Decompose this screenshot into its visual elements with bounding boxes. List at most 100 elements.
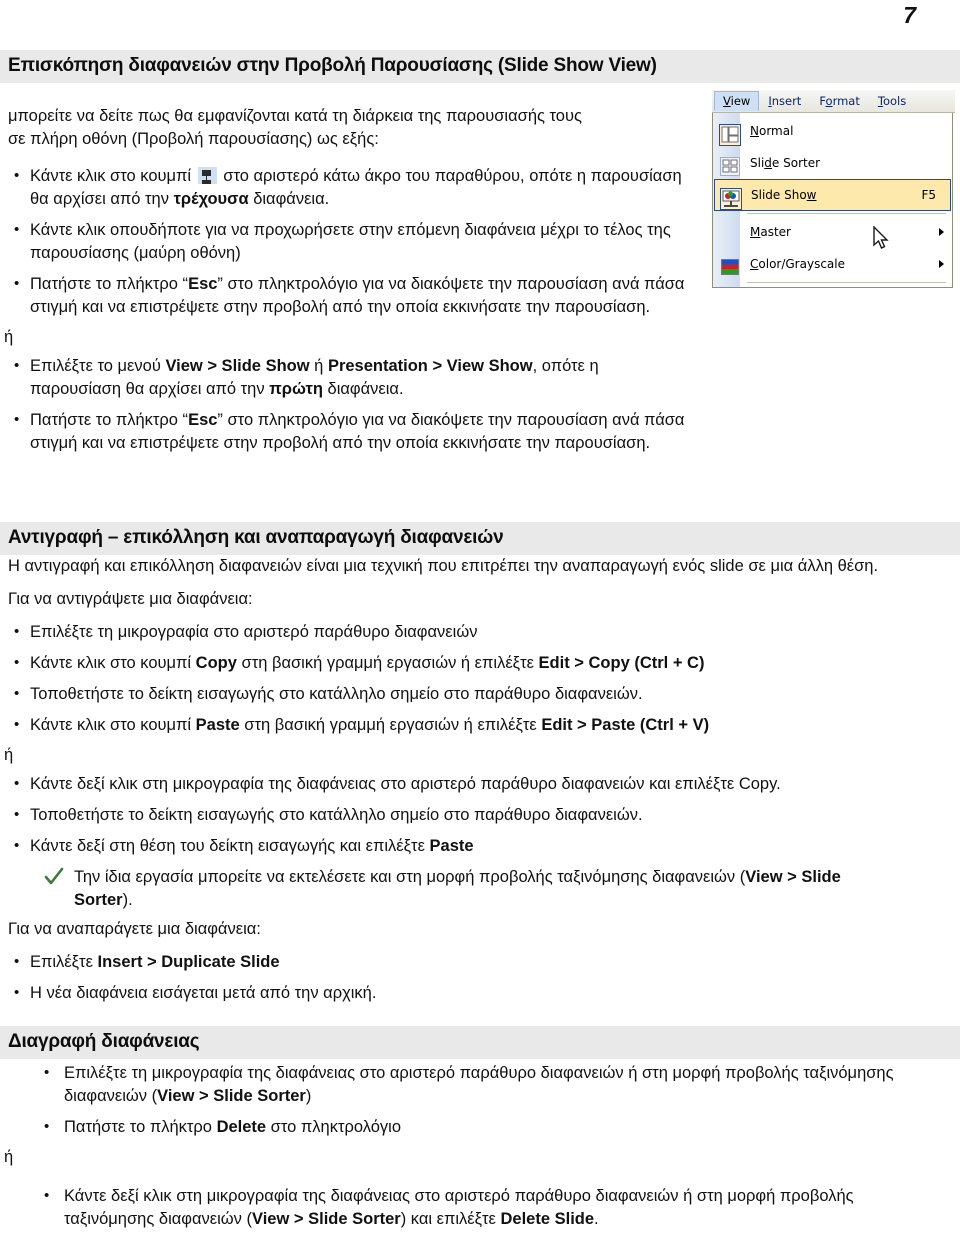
list-item: Κάντε κλικ στο κουμπί στο αριστερό κάτω …	[0, 164, 690, 211]
section-heading-delete-slide: Διαγραφή διαφάνειας	[0, 1026, 960, 1059]
section2-lead-duplicate: Για να αναπαράγετε μια διαφάνεια:	[8, 920, 261, 938]
menu-item-color-grayscale-label: Color/Grayscale	[750, 257, 845, 271]
menu-separator	[747, 282, 946, 283]
list-item: Η νέα διαφάνεια εισάγεται μετά από την α…	[0, 981, 944, 1005]
menu-separator	[747, 213, 946, 214]
bullet-4-pre: Επιλέξτε το μενού	[30, 357, 166, 375]
bullet-2-text: Κάντε κλικ οπουδήποτε για να προχωρήσετε…	[30, 221, 671, 262]
s2-b4-bold2: Edit > Paste (Ctrl + V)	[541, 716, 710, 734]
list-item: Κάντε δεξί κλικ στη μικρογραφία της διαφ…	[0, 1184, 944, 1231]
s2-c3-bold1: Paste	[429, 837, 474, 855]
bullet-4-bold2: Presentation > View Show	[327, 357, 533, 375]
slide-sorter-icon	[716, 152, 740, 176]
menu-item-master-label: Master	[750, 225, 791, 239]
s3-c1-mid: ) και επιλέξτε	[400, 1210, 501, 1228]
section2-body: Η αντιγραφή και επικόλληση διαφανειών εί…	[0, 555, 944, 1013]
tip-note-post: ).	[122, 891, 133, 909]
s3-b1-bold: View > Slide Sorter	[157, 1087, 306, 1105]
list-item: Πατήστε το πλήκτρο “Esc” στο πληκτρολόγι…	[0, 272, 690, 319]
menu-item-normal[interactable]: Normal	[713, 115, 952, 147]
section1-bullet-list-2: Επιλέξτε το μενού View > Slide Show ή Pr…	[0, 354, 690, 455]
menu-item-color-grayscale[interactable]: Color/Grayscale	[713, 248, 952, 280]
bullet-5-pre: Πατήστε το πλήκτρο “	[30, 411, 189, 429]
s3-b1-post: )	[305, 1087, 312, 1105]
list-item: Κάντε δεξί κλικ στη μικρογραφία της διαφ…	[0, 772, 944, 796]
section3-body: Επιλέξτε τη μικρογραφία της διαφάνειας σ…	[0, 1060, 944, 1239]
menu-bar: View Insert Format Tools	[712, 90, 955, 113]
s2-b2-mid: στη βασική γραμμή εργασιών ή επιλέξτε	[236, 654, 539, 672]
menubar-item-tools[interactable]: Tools	[869, 91, 915, 111]
list-item: Κάντε κλικ στο κουμπί Paste στη βασική γ…	[0, 713, 944, 737]
slide-show-button-icon	[197, 167, 217, 184]
list-item: Επιλέξτε τη μικρογραφία της διαφάνειας σ…	[0, 1061, 944, 1108]
s2-b4-bold1: Paste	[195, 716, 240, 734]
s2-c1-text: Κάντε δεξί κλικ στη μικρογραφία της διαφ…	[30, 775, 781, 793]
s2-b1-text: Επιλέξτε τη μικρογραφία στο αριστερό παρ…	[30, 623, 478, 641]
bullet-5-bold: Esc	[188, 411, 218, 429]
bullet-4-mid: ή	[309, 357, 328, 375]
check-mark-icon	[44, 867, 64, 885]
s3-c1-post: .	[594, 1210, 599, 1228]
menubar-item-view[interactable]: View	[714, 91, 760, 111]
menu-item-slide-sorter-label: Slide Sorter	[750, 156, 821, 170]
section1-bullet-list-1: Κάντε κλικ στο κουμπί στο αριστερό κάτω …	[0, 164, 690, 319]
list-item: Επιλέξτε Insert > Duplicate Slide	[0, 950, 944, 974]
s2-c3-pre: Κάντε δεξί στη θέση του δείκτη εισαγωγής…	[30, 837, 430, 855]
section2-intro: Η αντιγραφή και επικόλληση διαφανειών εί…	[8, 557, 879, 575]
intro-paragraph: μπορείτε να δείτε πως θα εμφανίζονται κα…	[8, 105, 690, 151]
view-dropdown-menu: Normal Slide Sorter Slide Show F5 Master…	[712, 113, 953, 288]
s3-b2-bold: Delete	[216, 1118, 267, 1136]
s3-c1-bold1: View > Slide Sorter	[252, 1210, 401, 1228]
intro-line-2: σε πλήρη οθόνη (Προβολή παρουσίασης) ως …	[8, 130, 379, 148]
s2-d1-bold: Insert > Duplicate Slide	[97, 953, 280, 971]
tip-note: Την ίδια εργασία μπορείτε να εκτελέσετε …	[44, 866, 894, 912]
section-heading-copy-paste-duplicate: Αντιγραφή – επικόλληση και αναπαραγωγή δ…	[0, 522, 960, 555]
s2-c2-text: Τοποθετήστε το δείκτη εισαγωγής στο κατά…	[30, 806, 643, 824]
menu-item-slide-show-shortcut: F5	[921, 188, 936, 202]
s3-c1-bold2: Delete Slide	[500, 1210, 595, 1228]
menubar-item-format[interactable]: Format	[810, 91, 869, 111]
alternative-marker-2: ή	[4, 746, 14, 764]
bullet-3-bold: Esc	[188, 275, 218, 293]
s2-d1-pre: Επιλέξτε	[30, 953, 98, 971]
section3-bullet-list-1: Επιλέξτε τη μικρογραφία της διαφάνειας σ…	[0, 1061, 944, 1139]
list-item: Πατήστε το πλήκτρο “Esc” στο πληκτρολόγι…	[0, 408, 690, 455]
bullet-4-bold1: View > Slide Show	[165, 357, 310, 375]
s3-b2-pre: Πατήστε το πλήκτρο	[64, 1118, 217, 1136]
menu-item-slide-sorter[interactable]: Slide Sorter	[713, 147, 952, 179]
bullet-3-pre: Πατήστε το πλήκτρο “	[30, 275, 189, 293]
alternative-marker-1: ή	[4, 328, 14, 346]
document-page: 7 Επισκόπηση διαφανειών στην Προβολή Παρ…	[0, 0, 960, 1228]
mouse-pointer-icon	[873, 226, 889, 249]
normal-view-icon	[716, 120, 741, 146]
s3-b2-post: στο πληκτρολόγιο	[266, 1118, 402, 1136]
menu-item-slide-show-label: Slide Show	[751, 188, 817, 202]
submenu-arrow-icon	[939, 228, 944, 236]
bullet-4-tail: διαφάνεια.	[322, 380, 404, 398]
section2-lead-copy: Για να αντιγράψετε μια διαφάνεια:	[8, 590, 253, 608]
section3-bullet-list-2: Κάντε δεξί κλικ στη μικρογραφία της διαφ…	[0, 1184, 944, 1231]
s2-d2-pre: Η νέα διαφάνεια εισάγεται μετά από την α…	[30, 984, 377, 1002]
powerpoint-view-menu-screenshot: View Insert Format Tools Normal Slide So…	[712, 90, 955, 295]
menu-item-normal-label: Normal	[750, 124, 794, 138]
menu-item-master[interactable]: Master	[713, 216, 952, 248]
s2-b4-pre: Κάντε κλικ στο κουμπί	[30, 716, 196, 734]
menubar-item-insert[interactable]: Insert	[759, 91, 810, 111]
tip-note-pre: Την ίδια εργασία μπορείτε να εκτελέσετε …	[74, 868, 746, 886]
section2-bullet-list-rightclick: Κάντε δεξί κλικ στη μικρογραφία της διαφ…	[0, 772, 944, 858]
alternative-marker-3: ή	[4, 1148, 14, 1166]
section2-bullet-list-copy: Επιλέξτε τη μικρογραφία στο αριστερό παρ…	[0, 620, 944, 737]
list-item: Επιλέξτε τη μικρογραφία στο αριστερό παρ…	[0, 620, 944, 644]
list-item: Κάντε δεξί στη θέση του δείκτη εισαγωγής…	[0, 834, 944, 858]
section2-bullet-list-duplicate: Επιλέξτε Insert > Duplicate Slide Η νέα …	[0, 950, 944, 1005]
slide-show-icon	[718, 185, 742, 210]
bullet-1-tail: διαφάνεια.	[248, 190, 330, 208]
bullet-4-bold3: πρώτη	[269, 380, 323, 398]
bullet-1-pre: Κάντε κλικ στο κουμπί	[30, 167, 196, 185]
menubar-view-label-rest: iew	[730, 94, 751, 108]
list-item: Κάντε κλικ οπουδήποτε για να προχωρήσετε…	[0, 218, 690, 265]
list-item: Επιλέξτε το μενού View > Slide Show ή Pr…	[0, 354, 690, 401]
menu-item-slide-show[interactable]: Slide Show F5	[714, 179, 951, 211]
s2-b4-mid: στη βασική γραμμή εργασιών ή επιλέξτε	[239, 716, 542, 734]
s2-b2-bold2: Edit > Copy (Ctrl + C)	[538, 654, 705, 672]
